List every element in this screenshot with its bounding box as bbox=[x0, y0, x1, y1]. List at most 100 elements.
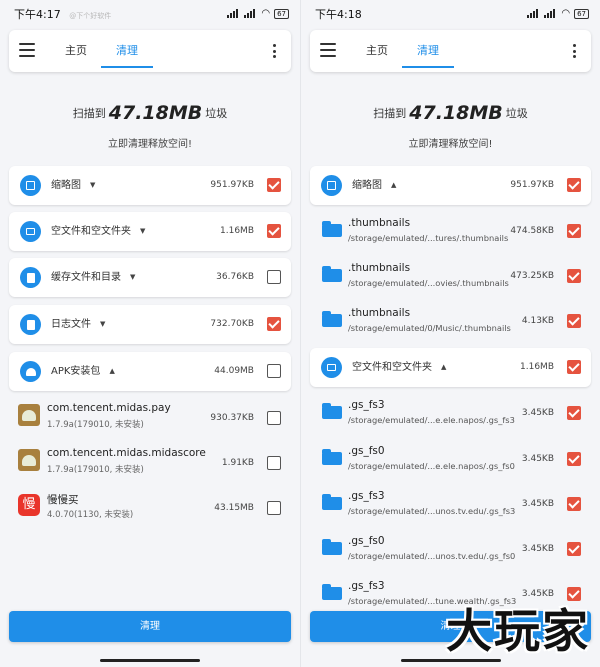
summary-prefix: 扫描到 bbox=[72, 107, 106, 120]
file-name: .thumbnails bbox=[348, 217, 411, 229]
folder-icon bbox=[322, 403, 342, 419]
summary-suffix: 垃圾 bbox=[505, 107, 528, 120]
folder-icon bbox=[322, 584, 342, 600]
left-screen: 下午4:17 @下个好软件 ◠ 67 主页 清理 扫描到 47.18MB 垃圾 立即… bbox=[0, 0, 300, 667]
file-item[interactable]: .thumbnails /storage/emulated/...ovies/.… bbox=[310, 253, 591, 299]
apk-checkbox[interactable] bbox=[267, 411, 281, 425]
apk-item[interactable]: com.tencent.midas.midascore 1.7.9a(17901… bbox=[9, 441, 291, 485]
signal-icon bbox=[227, 9, 240, 18]
image-icon bbox=[321, 175, 342, 196]
apk-size: 930.37KB bbox=[210, 413, 254, 423]
tab-home[interactable]: 主页 bbox=[65, 30, 87, 72]
file-checkbox[interactable] bbox=[567, 497, 581, 511]
category-cache[interactable]: 缓存文件和目录 ▼ 36.76KB bbox=[9, 258, 291, 297]
category-logs[interactable]: 日志文件 ▼ 732.70KB bbox=[9, 305, 291, 344]
tab-home[interactable]: 主页 bbox=[366, 30, 388, 72]
more-options-icon[interactable] bbox=[573, 44, 577, 58]
category-label: 日志文件 bbox=[51, 319, 91, 330]
status-time: 下午4:18 bbox=[315, 7, 362, 21]
category-thumbnails[interactable]: 缩略图 ▲ 951.97KB bbox=[310, 166, 591, 205]
apk-size: 1.91KB bbox=[221, 458, 254, 468]
summary-subtitle: 立即清理释放空间! bbox=[107, 139, 192, 150]
home-indicator[interactable] bbox=[100, 659, 200, 662]
category-size: 951.97KB bbox=[210, 180, 254, 190]
category-checkbox[interactable] bbox=[567, 360, 581, 374]
file-name: .gs_fs3 bbox=[348, 490, 385, 502]
category-checkbox[interactable] bbox=[267, 317, 281, 331]
summary-size: 47.18MB bbox=[409, 102, 503, 124]
menu-icon[interactable] bbox=[19, 43, 35, 57]
status-bar: 下午4:17 @下个好软件 ◠ 67 bbox=[0, 0, 300, 27]
scan-summary: 扫描到 47.18MB 垃圾 bbox=[0, 102, 300, 124]
category-size: 951.97KB bbox=[510, 180, 554, 190]
apk-checkbox[interactable] bbox=[267, 456, 281, 470]
folder-icon bbox=[322, 221, 342, 237]
category-checkbox[interactable] bbox=[267, 178, 281, 192]
chevron-up-icon[interactable]: ▲ bbox=[391, 181, 396, 189]
log-icon bbox=[20, 314, 41, 335]
file-path: /storage/emulated/...unos.tv.edu/.gs_fs0 bbox=[348, 551, 516, 561]
file-size: 3.45KB bbox=[521, 408, 554, 418]
file-item[interactable]: .thumbnails /storage/emulated/0/Music/.t… bbox=[310, 298, 591, 344]
more-options-icon[interactable] bbox=[273, 44, 277, 58]
file-size: 473.25KB bbox=[510, 271, 554, 281]
file-item[interactable]: .thumbnails /storage/emulated/...tures/.… bbox=[310, 208, 591, 254]
file-checkbox[interactable] bbox=[567, 269, 581, 283]
category-checkbox[interactable] bbox=[267, 270, 281, 284]
file-name: .thumbnails bbox=[348, 262, 411, 274]
category-checkbox[interactable] bbox=[567, 178, 581, 192]
apk-checkbox[interactable] bbox=[267, 501, 281, 515]
category-checkbox[interactable] bbox=[267, 224, 281, 238]
folder-icon bbox=[322, 539, 342, 555]
chevron-down-icon[interactable]: ▼ bbox=[100, 320, 105, 328]
menu-icon[interactable] bbox=[320, 43, 336, 57]
status-bar: 下午4:18 ◠ 67 bbox=[301, 0, 600, 27]
app-bar: 主页 清理 bbox=[9, 30, 291, 72]
chevron-up-icon[interactable]: ▲ bbox=[441, 363, 446, 371]
battery-icon: 67 bbox=[574, 8, 589, 19]
summary-subtitle: 立即清理释放空间! bbox=[408, 139, 493, 150]
status-time: 下午4:17 bbox=[14, 7, 61, 21]
file-name: .gs_fs3 bbox=[348, 580, 385, 592]
wifi-icon: ◠ bbox=[561, 8, 571, 19]
chevron-up-icon[interactable]: ▲ bbox=[109, 367, 114, 375]
app-bar: 主页 清理 bbox=[310, 30, 591, 72]
file-name: .gs_fs0 bbox=[348, 535, 385, 547]
category-empty-folders[interactable]: 空文件和空文件夹 ▲ 1.16MB bbox=[310, 348, 591, 387]
file-name: .gs_fs3 bbox=[348, 399, 385, 411]
file-item[interactable]: .gs_fs3 /storage/emulated/...e.ele.napos… bbox=[310, 390, 591, 436]
tab-clean[interactable]: 清理 bbox=[101, 30, 153, 72]
clean-button[interactable]: 清理 bbox=[9, 611, 291, 642]
file-item[interactable]: .gs_fs3 /storage/emulated/...unos.tv.edu… bbox=[310, 481, 591, 527]
file-checkbox[interactable] bbox=[567, 542, 581, 556]
file-size: 3.45KB bbox=[521, 454, 554, 464]
signal-icon bbox=[244, 9, 257, 18]
chevron-down-icon[interactable]: ▼ bbox=[90, 181, 95, 189]
file-checkbox[interactable] bbox=[567, 224, 581, 238]
file-icon bbox=[20, 267, 41, 288]
image-icon bbox=[20, 175, 41, 196]
category-apk[interactable]: APK安装包 ▲ 44.09MB bbox=[9, 352, 291, 391]
file-size: 474.58KB bbox=[510, 226, 554, 236]
apk-size: 43.15MB bbox=[214, 503, 254, 513]
apk-name: com.tencent.midas.pay bbox=[47, 402, 171, 414]
file-checkbox[interactable] bbox=[567, 314, 581, 328]
file-item[interactable]: .gs_fs0 /storage/emulated/...unos.tv.edu… bbox=[310, 526, 591, 572]
file-checkbox[interactable] bbox=[567, 406, 581, 420]
category-size: 44.09MB bbox=[214, 366, 254, 376]
file-item[interactable]: .gs_fs0 /storage/emulated/...e.ele.napos… bbox=[310, 436, 591, 482]
tab-clean[interactable]: 清理 bbox=[402, 30, 454, 72]
apk-item[interactable]: com.tencent.midas.pay 1.7.9a(179010, 未安装… bbox=[9, 396, 291, 440]
category-empty-folders[interactable]: 空文件和空文件夹 ▼ 1.16MB bbox=[9, 212, 291, 251]
file-checkbox[interactable] bbox=[567, 452, 581, 466]
folder-icon bbox=[321, 357, 342, 378]
apk-item[interactable]: 慢 慢慢买 4.0.70(1130, 未安装) 43.15MB bbox=[9, 486, 291, 530]
signal-icon bbox=[527, 9, 540, 18]
chevron-down-icon[interactable]: ▼ bbox=[140, 227, 145, 235]
folder-icon bbox=[322, 494, 342, 510]
chevron-down-icon[interactable]: ▼ bbox=[130, 273, 135, 281]
category-thumbnails[interactable]: 缩略图 ▼ 951.97KB bbox=[9, 166, 291, 205]
file-size: 3.45KB bbox=[521, 499, 554, 509]
category-checkbox[interactable] bbox=[267, 364, 281, 378]
android-icon bbox=[20, 361, 41, 382]
